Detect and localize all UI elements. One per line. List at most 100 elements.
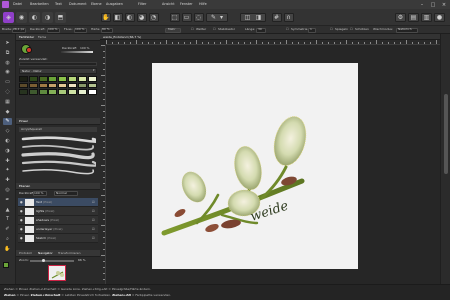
- paint-brush-icon[interactable]: ✎: [3, 118, 12, 126]
- eye-icon[interactable]: ●: [20, 209, 23, 213]
- color-swatch[interactable]: [58, 89, 68, 96]
- color-swatch[interactable]: [19, 89, 28, 96]
- color-swatch[interactable]: [87, 76, 97, 82]
- scrollbar-thumb[interactable]: [444, 94, 448, 174]
- menu-window[interactable]: Fenster: [180, 2, 193, 6]
- marquee-tool-icon[interactable]: ▭: [3, 79, 12, 86]
- layer-visibility-checkbox[interactable]: ☑: [92, 218, 95, 222]
- red-eye-tool-icon[interactable]: ◎: [3, 187, 12, 194]
- eye-icon[interactable]: ●: [20, 200, 23, 204]
- color-swatch[interactable]: [68, 89, 77, 96]
- tab-swatches[interactable]: Farbfelder: [19, 36, 34, 39]
- protect-checkbox[interactable]: ☐: [350, 28, 353, 31]
- color-swatch[interactable]: [38, 76, 48, 82]
- color-swatch[interactable]: [68, 82, 77, 89]
- freehand-tool-icon[interactable]: ◌: [3, 89, 12, 96]
- layer-row[interactable]: ● lights (Pixel) ☑: [18, 207, 98, 216]
- menu-filter[interactable]: Filter: [138, 2, 146, 6]
- layer-visibility-checkbox[interactable]: ☑: [92, 200, 95, 204]
- document-canvas[interactable]: weide: [152, 63, 358, 269]
- color-swatch[interactable]: [28, 76, 38, 82]
- color-swatch[interactable]: [28, 82, 38, 89]
- color-swatch[interactable]: [48, 89, 58, 96]
- inpainting-tool-icon[interactable]: ✦: [3, 167, 12, 174]
- tab-transform[interactable]: Transformieren: [58, 252, 81, 255]
- zoom-slider[interactable]: [30, 260, 74, 262]
- gradient-tool-icon[interactable]: ▦: [3, 99, 12, 106]
- dodge-tool-icon[interactable]: ◐: [3, 138, 12, 145]
- mirror-checkbox[interactable]: ☐: [330, 28, 333, 31]
- selection-brush-icon[interactable]: ◍: [3, 60, 12, 67]
- wet-edges-checkbox[interactable]: ☐: [191, 28, 194, 31]
- brush-strokes-preview[interactable]: [20, 135, 96, 179]
- layer-row[interactable]: ● shadows (Pixel) ☑: [18, 216, 98, 225]
- tab-navigator[interactable]: Navigator: [38, 252, 53, 255]
- menu-view[interactable]: Ansicht: [162, 2, 175, 6]
- color-swatch[interactable]: [38, 89, 48, 96]
- layer-row[interactable]: ● underlayer (Pixel) ☑: [18, 225, 98, 234]
- maximize-icon[interactable]: □: [429, 2, 437, 8]
- stabilizer-checkbox[interactable]: ☐: [213, 28, 216, 31]
- color-swatch[interactable]: [19, 82, 28, 89]
- layer-visibility-checkbox[interactable]: ☑: [92, 236, 95, 240]
- layer-row[interactable]: ● Text (Pixel) ☑: [18, 198, 98, 207]
- tab-color[interactable]: Farbe: [38, 36, 46, 39]
- healing-tool-icon[interactable]: ✚: [3, 177, 12, 184]
- close-icon[interactable]: ×: [440, 2, 448, 8]
- recent-colors[interactable]: [19, 62, 97, 66]
- color-swatch[interactable]: [58, 76, 68, 82]
- color-swatch[interactable]: [87, 82, 97, 89]
- stroke-color-well[interactable]: [26, 47, 32, 53]
- color-swatch[interactable]: [48, 76, 58, 82]
- color-swatch[interactable]: [77, 89, 87, 96]
- zoom-slider-handle[interactable]: [42, 259, 45, 262]
- ruler-vertical[interactable]: [100, 45, 106, 284]
- menu-file[interactable]: Datei: [13, 2, 22, 6]
- symmetry-checkbox[interactable]: ☐: [286, 28, 289, 31]
- erase-brush-icon[interactable]: ◇: [3, 128, 12, 135]
- menu-text[interactable]: Text: [55, 2, 62, 6]
- layer-row[interactable]: ● Sketch (Pixel) ☑: [18, 234, 98, 243]
- color-opacity-slider[interactable]: [61, 51, 93, 53]
- menu-export[interactable]: Ausgaben: [106, 2, 123, 6]
- color-swatch[interactable]: [48, 82, 58, 89]
- move-tool-icon[interactable]: ➤: [3, 40, 12, 47]
- color-swatch[interactable]: [58, 82, 68, 89]
- tab-brushes[interactable]: Pinsel: [19, 120, 28, 123]
- text-tool-icon[interactable]: T: [3, 216, 12, 223]
- color-swatch[interactable]: [28, 89, 38, 96]
- color-swatch[interactable]: [19, 76, 28, 82]
- layer-visibility-checkbox[interactable]: ☑: [92, 209, 95, 213]
- color-swatch[interactable]: [68, 76, 77, 82]
- clone-tool-icon[interactable]: ✚: [3, 158, 12, 165]
- color-swatch[interactable]: [77, 82, 87, 89]
- flood-select-icon[interactable]: ◉: [3, 69, 12, 76]
- eye-icon[interactable]: ●: [20, 227, 23, 231]
- zoom-tool-icon[interactable]: ⌕: [3, 236, 12, 243]
- color-swatch[interactable]: [38, 82, 48, 89]
- vertical-scrollbar[interactable]: [440, 34, 450, 284]
- ruler-horizontal[interactable]: [106, 40, 440, 45]
- color-swatch[interactable]: [77, 76, 87, 82]
- tab-layers[interactable]: Ebenen: [19, 185, 30, 188]
- eye-icon[interactable]: ●: [20, 236, 23, 240]
- eye-icon[interactable]: ●: [20, 218, 23, 222]
- burn-tool-icon[interactable]: ◑: [3, 148, 12, 155]
- color-swatch[interactable]: [87, 89, 97, 96]
- crop-tool-icon[interactable]: ⧉: [3, 50, 12, 57]
- document-tab[interactable]: weide_Endstand (66,7 %): [103, 35, 141, 39]
- menu-layer[interactable]: Ebene: [91, 2, 102, 6]
- navigator-thumbnail[interactable]: [48, 265, 66, 281]
- pen-tool-icon[interactable]: ✒: [3, 197, 12, 204]
- layer-visibility-checkbox[interactable]: ☑: [92, 227, 95, 231]
- primary-color-well[interactable]: [3, 262, 9, 268]
- hand-tool-icon[interactable]: ✋: [3, 246, 12, 253]
- fill-tool-icon[interactable]: ◆: [3, 109, 12, 116]
- color-picker-icon[interactable]: ✐: [3, 226, 12, 233]
- menu-edit[interactable]: Bearbeiten: [30, 2, 49, 6]
- menu-help[interactable]: Hilfe: [199, 2, 207, 6]
- tab-history[interactable]: Protokoll: [19, 252, 32, 255]
- minimize-icon[interactable]: –: [418, 2, 426, 8]
- shape-tool-icon[interactable]: ▲: [3, 207, 12, 214]
- app-logo-icon[interactable]: [2, 1, 9, 8]
